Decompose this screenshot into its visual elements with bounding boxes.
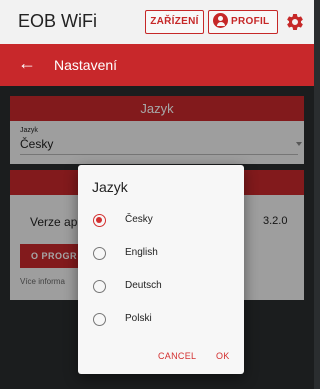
user-icon [213,12,228,28]
option-label: Česky [125,214,153,225]
app-title: EOB WiFi [18,11,97,31]
option-label: Polski [125,313,152,324]
app-bar: ← Nastavení [0,44,314,86]
ok-button[interactable]: OK [216,351,230,361]
radio-unchecked-icon[interactable] [93,313,106,326]
top-bar: EOB WiFi ZAŘÍZENÍ PROFIL [0,0,314,44]
profile-button-label: PROFIL [231,16,270,27]
devices-button[interactable]: ZAŘÍZENÍ [145,10,204,34]
option-polski[interactable]: Polski [78,306,244,336]
radio-unchecked-icon[interactable] [93,280,106,293]
page-title: Nastavení [54,57,118,73]
option-label: Deutsch [125,280,162,291]
dialog-title: Jazyk [92,179,128,195]
radio-unchecked-icon[interactable] [93,247,106,260]
option-english[interactable]: English [78,240,244,270]
cancel-button[interactable]: CANCEL [158,351,196,361]
language-dialog: Jazyk Česky English Deutsch Polski CANCE… [78,165,244,374]
radio-checked-icon[interactable] [93,214,106,227]
profile-button[interactable]: PROFIL [208,10,278,34]
arrow-left-icon[interactable]: ← [18,53,36,74]
option-label: English [125,247,158,258]
option-deutsch[interactable]: Deutsch [78,273,244,303]
gear-icon[interactable] [285,12,305,32]
option-cesky[interactable]: Česky [78,207,244,237]
